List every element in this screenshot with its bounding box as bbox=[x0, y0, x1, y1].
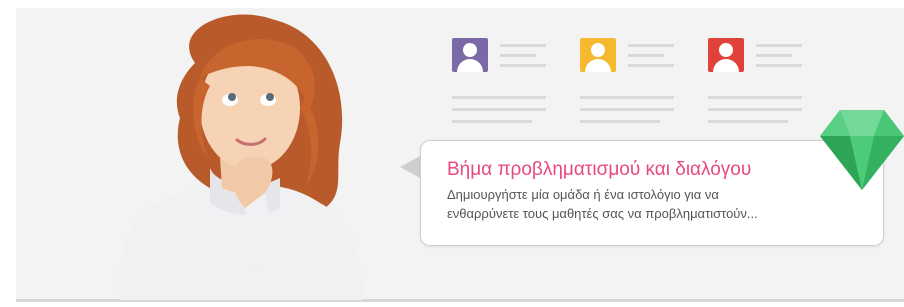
profile-card-purple bbox=[452, 38, 572, 128]
user-icon bbox=[452, 38, 488, 72]
feature-description: Δημιουργήστε μία ομάδα ή ένα ιστολόγιο γ… bbox=[447, 185, 867, 223]
feature-callout: Βήμα προβληματισμού και διαλόγου Δημιουρ… bbox=[420, 140, 884, 246]
profile-card-red bbox=[708, 38, 828, 128]
user-icon bbox=[708, 38, 744, 72]
profile-card-yellow bbox=[580, 38, 700, 128]
user-icon bbox=[580, 38, 616, 72]
girl-illustration bbox=[119, 14, 363, 300]
feature-description-line2: ενθαρρύνετε τους μαθητές σας να προβλημα… bbox=[447, 206, 758, 221]
feature-title: Βήμα προβληματισμού και διαλόγου bbox=[447, 159, 752, 180]
gem-icon bbox=[820, 110, 904, 190]
bubble-pointer bbox=[400, 156, 420, 178]
feature-description-line1: Δημιουργήστε μία ομάδα ή ένα ιστολόγιο γ… bbox=[447, 187, 719, 202]
